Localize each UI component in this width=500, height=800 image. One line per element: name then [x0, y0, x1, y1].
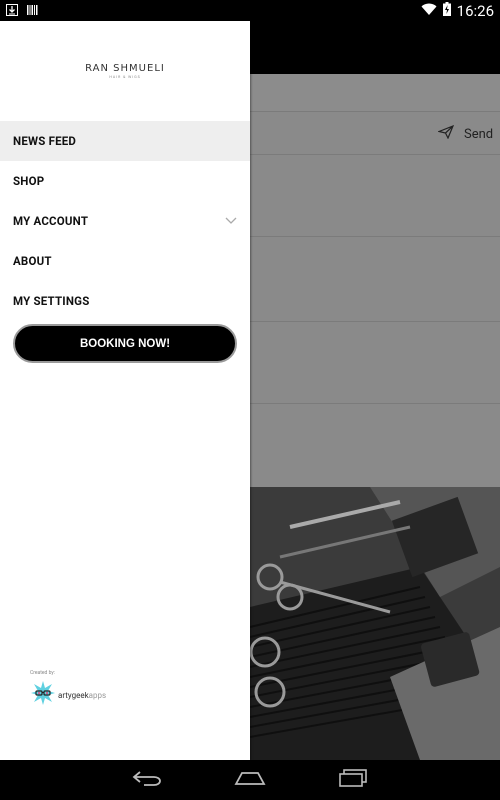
- menu-item-label: SHOP: [13, 174, 45, 188]
- brand-name-part1: artygeek: [58, 690, 89, 700]
- background-row: [250, 237, 500, 322]
- menu-item-label: MY SETTINGS: [13, 294, 90, 308]
- artygeek-logo-icon: [30, 680, 56, 710]
- menu-item-my-account[interactable]: MY ACCOUNT: [0, 201, 250, 241]
- brand-logo: RAN SHMUELI HAIR & WIGS: [85, 63, 165, 79]
- battery-charging-icon: [442, 1, 451, 20]
- menu-item-about[interactable]: ABOUT: [0, 241, 250, 281]
- logo-area: RAN SHMUELI HAIR & WIGS: [0, 21, 250, 121]
- logo-subtitle: HAIR & WIGS: [109, 75, 141, 79]
- menu-item-news-feed[interactable]: NEWS FEED: [0, 121, 250, 161]
- brand-name-part2: apps: [88, 690, 107, 700]
- back-icon[interactable]: [132, 770, 162, 790]
- home-icon[interactable]: [234, 770, 266, 790]
- status-right: 16:26: [421, 1, 494, 20]
- navigation-drawer: RAN SHMUELI HAIR & WIGS NEWS FEED SHOP M…: [0, 21, 250, 760]
- background-photo: [250, 487, 500, 760]
- background-row: [250, 155, 500, 237]
- menu-item-label: NEWS FEED: [13, 134, 77, 148]
- wifi-icon: [421, 2, 437, 20]
- system-navigation-bar: [0, 760, 500, 800]
- recent-apps-icon[interactable]: [338, 769, 368, 791]
- logo-title: RAN SHMUELI: [85, 63, 165, 74]
- send-icon: [436, 124, 455, 143]
- status-left: [6, 1, 38, 20]
- screen: 16:26 Send RAN SHMUELI HAIR & WIGS NEWS …: [0, 0, 500, 800]
- status-bar: 16:26: [0, 0, 500, 21]
- brand-name: artygeekapps: [58, 691, 106, 700]
- menu-item-label: ABOUT: [13, 254, 52, 268]
- download-icon: [6, 1, 18, 20]
- created-by: Created by: artygeekapps: [30, 670, 106, 710]
- menu-item-my-settings[interactable]: MY SETTINGS: [0, 281, 250, 321]
- booking-now-button[interactable]: BOOKING NOW!: [13, 324, 237, 363]
- background-row: [250, 322, 500, 404]
- send-label: Send: [464, 126, 494, 142]
- send-button[interactable]: Send: [436, 124, 494, 143]
- developer-brand[interactable]: artygeekapps: [30, 680, 106, 710]
- created-by-label: Created by:: [30, 670, 55, 676]
- menu-item-label: MY ACCOUNT: [13, 214, 89, 228]
- barcode-icon: [26, 1, 38, 20]
- chevron-down-icon[interactable]: [225, 214, 237, 229]
- menu-item-shop[interactable]: SHOP: [0, 161, 250, 201]
- status-time: 16:26: [456, 1, 494, 20]
- background-row: [250, 74, 500, 112]
